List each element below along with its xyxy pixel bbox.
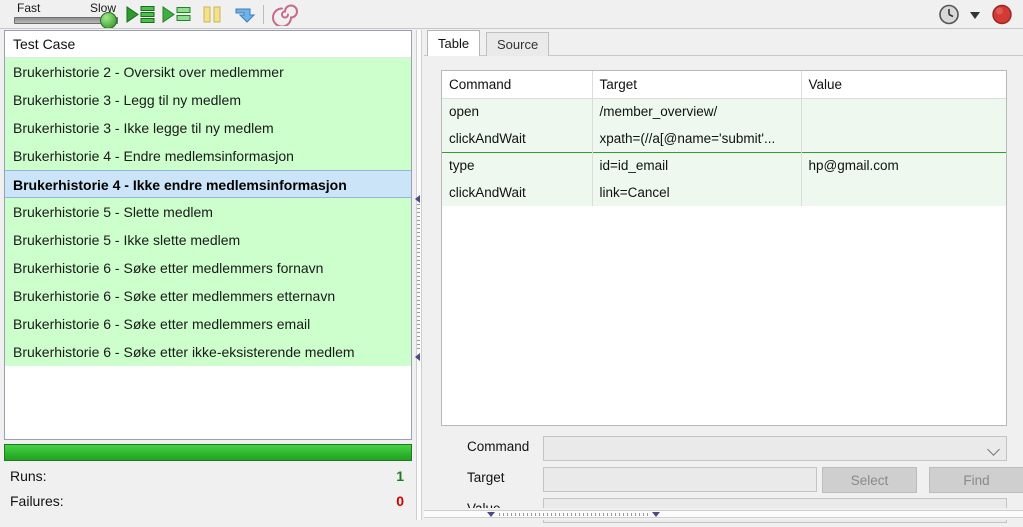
- test-case-list-empty-area: [5, 366, 411, 439]
- command-row[interactable]: open/member_overview/: [442, 98, 1006, 125]
- target-field-row: Target Select Find: [441, 465, 1023, 496]
- editor-tabs: Table Source: [424, 30, 1023, 56]
- test-case-item[interactable]: Brukerhistorie 6 - Søke etter medlemmers…: [5, 254, 411, 282]
- pause-icon: [203, 6, 221, 23]
- execution-speed-slider[interactable]: Fast Slow: [14, 0, 118, 29]
- command-combobox[interactable]: [543, 436, 1007, 461]
- value-cell[interactable]: [801, 179, 1006, 206]
- run-progress-fill: [5, 445, 411, 460]
- selenium-ide-window: Fast Slow Test Case Brukerhistorie 2 - O…: [0, 0, 1023, 523]
- test-case-list-box: Test Case Brukerhistorie 2 - Oversikt ov…: [4, 30, 412, 440]
- test-case-item[interactable]: Brukerhistorie 3 - Legg til ny medlem: [5, 86, 411, 114]
- speed-fast-label: Fast: [17, 1, 41, 15]
- test-case-item[interactable]: Brukerhistorie 4 - Endre medlemsinformas…: [5, 142, 411, 170]
- command-cell[interactable]: clickAndWait: [442, 125, 593, 152]
- horizontal-splitter-grip[interactable]: [499, 513, 649, 516]
- target-cell[interactable]: /member_overview/: [592, 98, 802, 125]
- spiral-icon: [272, 4, 298, 28]
- test-case-item[interactable]: Brukerhistorie 2 - Oversikt over medlemm…: [5, 58, 411, 86]
- failures-value: 0: [396, 493, 404, 509]
- run-progress-bar: [4, 444, 412, 461]
- command-table: Command Target Value open/member_overvie…: [442, 71, 1006, 206]
- hsplitter-collapse-right-arrow[interactable]: [652, 512, 660, 517]
- splitter-collapse-up-arrow[interactable]: [415, 195, 420, 203]
- command-table-container: Command Target Value open/member_overvie…: [441, 70, 1007, 426]
- command-field-row: Command: [441, 434, 1007, 465]
- target-cell[interactable]: link=Cancel: [592, 179, 802, 206]
- test-case-item[interactable]: Brukerhistorie 6 - Søke etter medlemmers…: [5, 282, 411, 310]
- column-header-value[interactable]: Value: [801, 71, 1006, 99]
- command-table-header-row: Command Target Value: [442, 71, 1006, 99]
- command-editor-panel: Table Source Command Target Value open/m…: [424, 30, 1023, 523]
- test-case-item[interactable]: Brukerhistorie 6 - Søke etter ikke-eksis…: [5, 338, 411, 366]
- record-icon: [992, 4, 1012, 25]
- tab-table[interactable]: Table: [427, 30, 481, 56]
- play-all-icon: [126, 6, 155, 23]
- value-cell[interactable]: [801, 98, 1006, 125]
- value-cell[interactable]: hp@gmail.com: [801, 151, 1006, 179]
- test-case-panel: Test Case Brukerhistorie 2 - Oversikt ov…: [2, 30, 414, 518]
- toolbar-right-icons: [936, 3, 1015, 26]
- pause-resume-button[interactable]: [196, 3, 229, 26]
- column-header-command[interactable]: Command: [442, 71, 593, 99]
- run-statistics: Runs: 1 Failures: 0: [4, 464, 412, 514]
- horizontal-splitter[interactable]: [424, 508, 1023, 520]
- failures-label: Failures:: [10, 493, 64, 509]
- test-case-item[interactable]: Brukerhistorie 5 - Ikke slette medlem: [5, 226, 411, 254]
- toolbar-separator: [263, 5, 264, 24]
- tab-source[interactable]: Source: [486, 32, 550, 56]
- command-cell[interactable]: open: [442, 98, 593, 125]
- splitter-collapse-down-arrow[interactable]: [415, 353, 420, 361]
- command-table-empty-area: [442, 206, 1006, 425]
- failures-row: Failures: 0: [4, 489, 412, 514]
- slider-thumb[interactable]: [100, 12, 117, 29]
- vertical-splitter-grip[interactable]: [417, 200, 420, 350]
- target-cell[interactable]: id=id_email: [592, 151, 802, 179]
- clock-icon: [938, 4, 959, 25]
- runs-row: Runs: 1: [4, 464, 412, 489]
- hsplitter-collapse-left-arrow[interactable]: [487, 512, 495, 517]
- test-case-item[interactable]: Brukerhistorie 5 - Slette medlem: [5, 198, 411, 226]
- run-all-tests-button[interactable]: [124, 3, 157, 26]
- test-case-list[interactable]: Brukerhistorie 2 - Oversikt over medlemm…: [5, 58, 411, 366]
- play-current-icon: [162, 6, 191, 23]
- command-row[interactable]: clickAndWait link=Cancel: [442, 179, 1006, 206]
- command-cell[interactable]: type: [442, 151, 593, 179]
- command-row[interactable]: type id=id_email hp@gmail.com: [442, 151, 1006, 179]
- value-cell[interactable]: [801, 125, 1006, 152]
- command-field-label: Command: [467, 439, 530, 454]
- target-cell[interactable]: xpath=(//a[@name='submit'...: [592, 125, 802, 152]
- test-case-item[interactable]: Brukerhistorie 3 - Ikke legge til ny med…: [5, 114, 411, 142]
- command-cell[interactable]: clickAndWait: [442, 179, 593, 206]
- step-icon: [235, 8, 256, 23]
- command-row[interactable]: clickAndWait xpath=(//a[@name='submit'...: [442, 125, 1006, 152]
- runs-label: Runs:: [10, 468, 47, 484]
- command-table-body[interactable]: open/member_overview/clickAndWait xpath=(…: [442, 98, 1006, 206]
- test-case-item[interactable]: Brukerhistorie 6 - Søke etter medlemmers…: [5, 310, 411, 338]
- target-field-label: Target: [467, 470, 505, 485]
- chevron-down-icon: [987, 443, 1000, 456]
- find-button[interactable]: Find: [929, 467, 1023, 493]
- chevron-down-icon: [970, 12, 981, 19]
- runs-value: 1: [396, 468, 404, 484]
- test-case-item[interactable]: Brukerhistorie 4 - Ikke endre medlemsinf…: [5, 170, 411, 198]
- rollup-rules-button[interactable]: [272, 3, 305, 28]
- step-button[interactable]: [228, 3, 261, 26]
- select-button[interactable]: Select: [822, 467, 917, 493]
- run-current-test-button[interactable]: [160, 3, 193, 26]
- test-case-column-header: Test Case: [5, 31, 411, 58]
- main-toolbar: Fast Slow: [0, 0, 1023, 29]
- target-input[interactable]: [543, 467, 817, 492]
- vertical-splitter[interactable]: [414, 30, 424, 520]
- column-header-target[interactable]: Target: [592, 71, 802, 99]
- command-table-head: Command Target Value: [442, 71, 1006, 99]
